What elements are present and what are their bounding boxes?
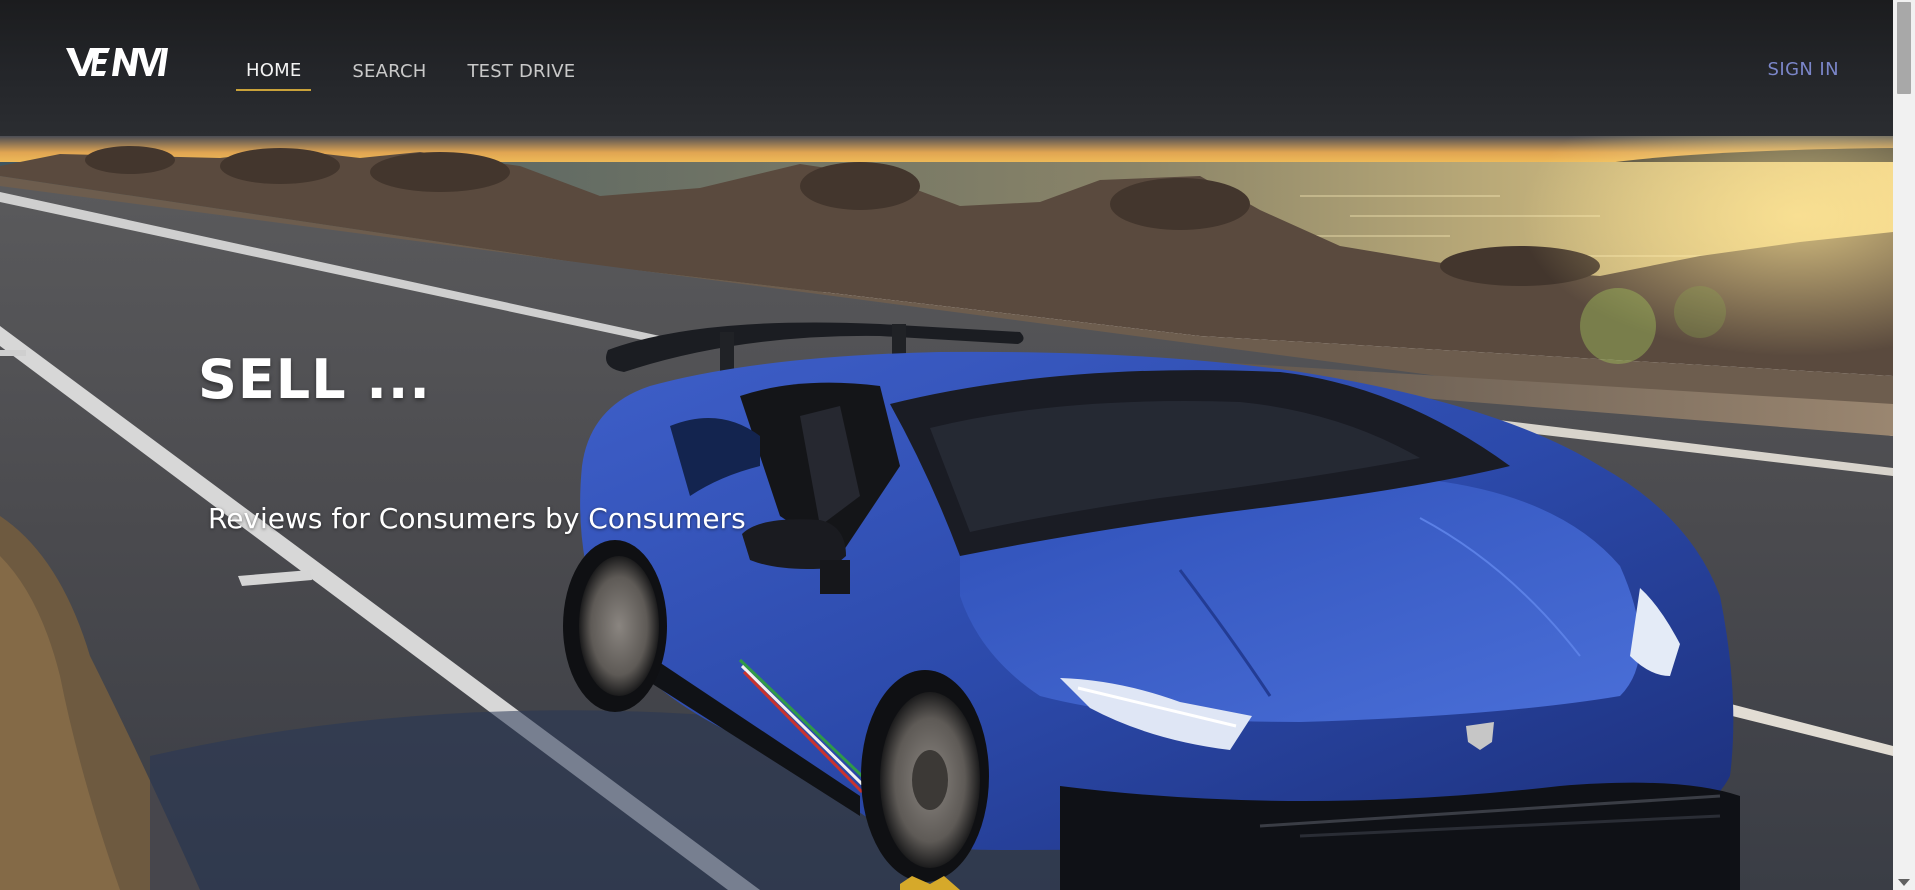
sign-in-link[interactable]: SIGN IN bbox=[1768, 59, 1839, 80]
page: HOME SEARCH TEST DRIVE SIGN IN SELL ... … bbox=[0, 0, 1915, 890]
scrollbar-thumb[interactable] bbox=[1897, 2, 1911, 94]
hero-banner: SELL ... Reviews for Consumers by Consum… bbox=[0, 136, 1893, 890]
venvi-logo[interactable] bbox=[66, 44, 168, 80]
nav-home-link[interactable]: HOME bbox=[236, 60, 312, 91]
nav-search-link[interactable]: SEARCH bbox=[352, 61, 426, 90]
main-nav: HOME SEARCH TEST DRIVE bbox=[236, 60, 616, 91]
scroll-down-arrow-icon[interactable] bbox=[1898, 879, 1910, 886]
hero-title: SELL ... bbox=[198, 348, 431, 411]
nav-test-drive-link[interactable]: TEST DRIVE bbox=[467, 61, 575, 90]
page-scrollbar[interactable] bbox=[1893, 0, 1915, 890]
top-navbar: HOME SEARCH TEST DRIVE SIGN IN bbox=[0, 0, 1893, 136]
hero-subtitle: Reviews for Consumers by Consumers bbox=[208, 502, 746, 535]
